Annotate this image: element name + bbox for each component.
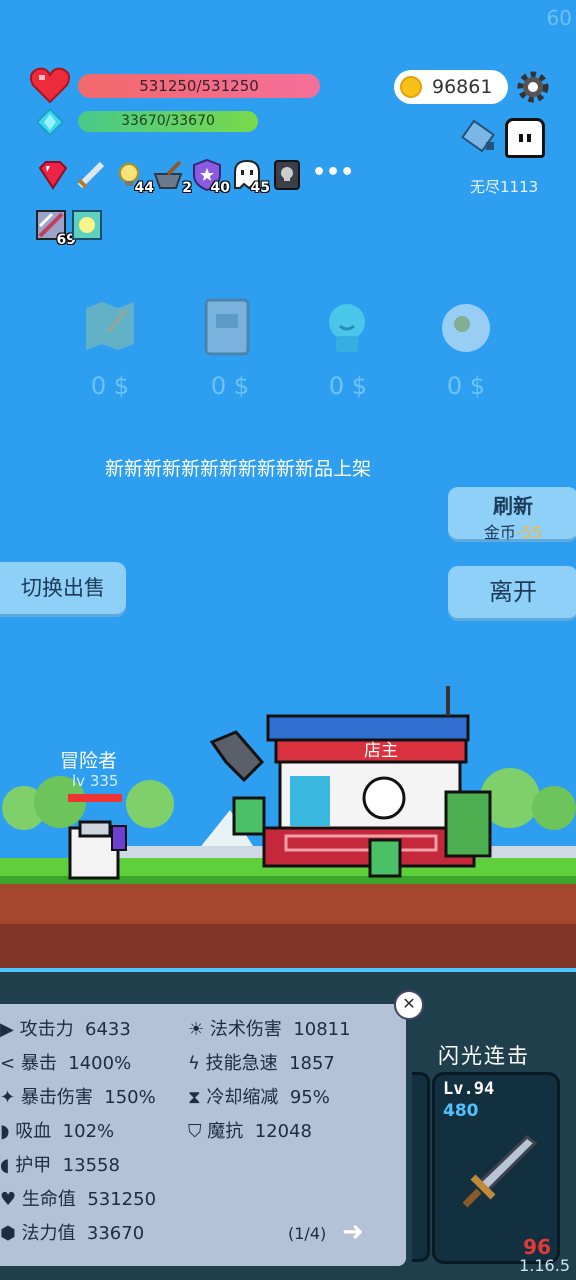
hp-icon: ♥	[0, 1189, 17, 1210]
skill-level: Lv.94	[443, 1079, 495, 1099]
refresh-label: 刷新	[493, 494, 533, 518]
hp-bar: 531250/531250	[78, 74, 320, 98]
stats-panel: ▶ 攻击力 6433 < 暴击 1400% ✦ 暴击伤害 150% ◗ 吸血 1…	[0, 1004, 406, 1266]
fps-counter: 60	[546, 6, 572, 30]
attack-icon: ▶	[0, 1019, 14, 1040]
shield-icon: ⛉	[188, 1121, 202, 1142]
refresh-button[interactable]: 刷新 金币-55	[448, 487, 576, 542]
prev-skill-card[interactable]	[412, 1072, 430, 1262]
bolt-icon: ϟ	[188, 1053, 200, 1074]
coin-counter: 96861	[394, 70, 508, 104]
stat-crit-damage: ✦ 暴击伤害 150%	[0, 1087, 156, 1108]
crit-damage-icon: ✦	[0, 1087, 16, 1108]
stat-hp: ♥ 生命值 531250	[0, 1189, 157, 1210]
leave-button[interactable]: 离开	[448, 566, 576, 618]
lifesteal-icon: ◗	[0, 1121, 10, 1142]
shop-item-map[interactable]	[84, 298, 144, 368]
stat-armor: ◖ 护甲 13558	[0, 1155, 120, 1176]
player-name: 冒险者	[60, 750, 118, 772]
shop-item-price: 0 $	[446, 372, 486, 400]
crit-icon: <	[0, 1053, 16, 1074]
refresh-cost: 金币-55	[483, 523, 543, 542]
panel-divider	[0, 968, 576, 972]
stat-skill-haste: ϟ 技能急速 1857	[188, 1053, 335, 1074]
coin-value: 96861	[432, 76, 493, 98]
new-items-banner: 新新新新新新新新新新新品上架	[104, 458, 371, 480]
glow-block-icon[interactable]	[72, 210, 106, 244]
skill-value: 480	[443, 1101, 479, 1121]
player-level: lv 335	[72, 772, 119, 790]
shop-item-egg[interactable]	[438, 298, 498, 368]
sword-icon	[462, 1135, 538, 1208]
coin-icon	[400, 76, 422, 98]
hourglass-icon: ⧗	[188, 1087, 201, 1108]
sword-icon[interactable]	[74, 158, 108, 192]
next-page-arrow-icon[interactable]: ➜	[342, 1217, 364, 1247]
shield-star-icon[interactable]: 40	[190, 158, 230, 196]
stat-mana: ⬢ 法力值 33670	[0, 1223, 145, 1244]
shop-item-price: 0 $	[90, 372, 130, 400]
close-icon: ✕	[402, 994, 416, 1013]
switch-sell-button[interactable]: 切换出售	[0, 562, 126, 614]
stat-lifesteal: ◗ 吸血 102%	[0, 1121, 115, 1142]
endless-level: 无尽1113	[470, 178, 539, 196]
ghost-buff-icon[interactable]: 45	[230, 158, 270, 196]
shop-item-book[interactable]	[202, 298, 262, 368]
stat-magic-resist: ⛉ 魔抗 12048	[188, 1121, 312, 1142]
ghost-icon[interactable]	[505, 118, 545, 158]
stat-cooldown: ⧗ 冷却缩减 95%	[188, 1087, 330, 1108]
skull-book-icon[interactable]	[270, 158, 304, 192]
shopkeeper-label: 店主	[364, 741, 398, 761]
shop-item-price: 0 $	[328, 372, 368, 400]
mana-gem-icon	[36, 108, 64, 136]
mana-icon: ⬢	[0, 1223, 16, 1244]
stat-crit: < 暴击 1400%	[0, 1053, 132, 1074]
mortar-icon[interactable]: 2	[152, 158, 192, 196]
skill-title: 闪光连击	[438, 1044, 530, 1068]
more-buffs-button[interactable]: •••	[312, 160, 354, 185]
armor-icon: ◖	[0, 1155, 10, 1176]
ruby-icon[interactable]	[36, 158, 70, 192]
shop-item-potion[interactable]	[322, 298, 382, 368]
skill-card[interactable]: Lv.94 480 96	[432, 1072, 560, 1264]
heart-icon	[30, 67, 70, 104]
settings-gear-icon[interactable]	[516, 70, 550, 104]
page-indicator: (1/4)	[288, 1224, 327, 1243]
version-label: 1.16.5	[519, 1256, 570, 1275]
striped-block-icon[interactable]: 69	[36, 210, 76, 248]
lightbulb-icon[interactable]: 44	[114, 158, 154, 196]
shop-item-price: 0 $	[210, 372, 250, 400]
shop-scene	[0, 686, 576, 970]
fishbone-icon[interactable]	[460, 118, 500, 158]
mp-bar: 33670/33670	[78, 111, 258, 132]
stat-attack: ▶ 攻击力 6433	[0, 1019, 131, 1040]
stat-spell-damage: ☀ 法术伤害 10811	[188, 1019, 351, 1040]
close-stats-button[interactable]: ✕	[394, 990, 424, 1020]
sun-icon: ☀	[188, 1019, 205, 1040]
